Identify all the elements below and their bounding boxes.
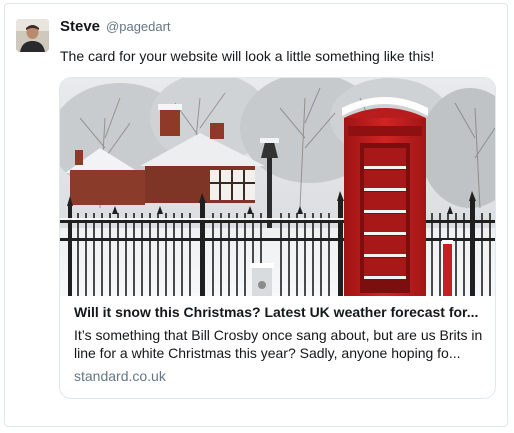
avatar[interactable] [16,19,49,52]
user-handle[interactable]: @pagedart [106,19,171,34]
tweet-text: The card for your website will look a li… [60,48,435,64]
card-image [60,78,495,296]
link-preview-card[interactable]: Will it snow this Christmas? Latest UK w… [59,77,496,399]
card-title[interactable]: Will it snow this Christmas? Latest UK w… [74,303,484,322]
tweet-card[interactable]: Steve @pagedart The card for your websit… [4,3,508,427]
tweet-header: Steve @pagedart [60,18,171,35]
display-name[interactable]: Steve [60,18,100,35]
user-avatar-icon [16,19,49,52]
card-description: It’s something that Bill Crosby once san… [74,327,483,361]
card-domain[interactable]: standard.co.uk [74,367,484,385]
card-body: Will it snow this Christmas? Latest UK w… [74,303,484,385]
